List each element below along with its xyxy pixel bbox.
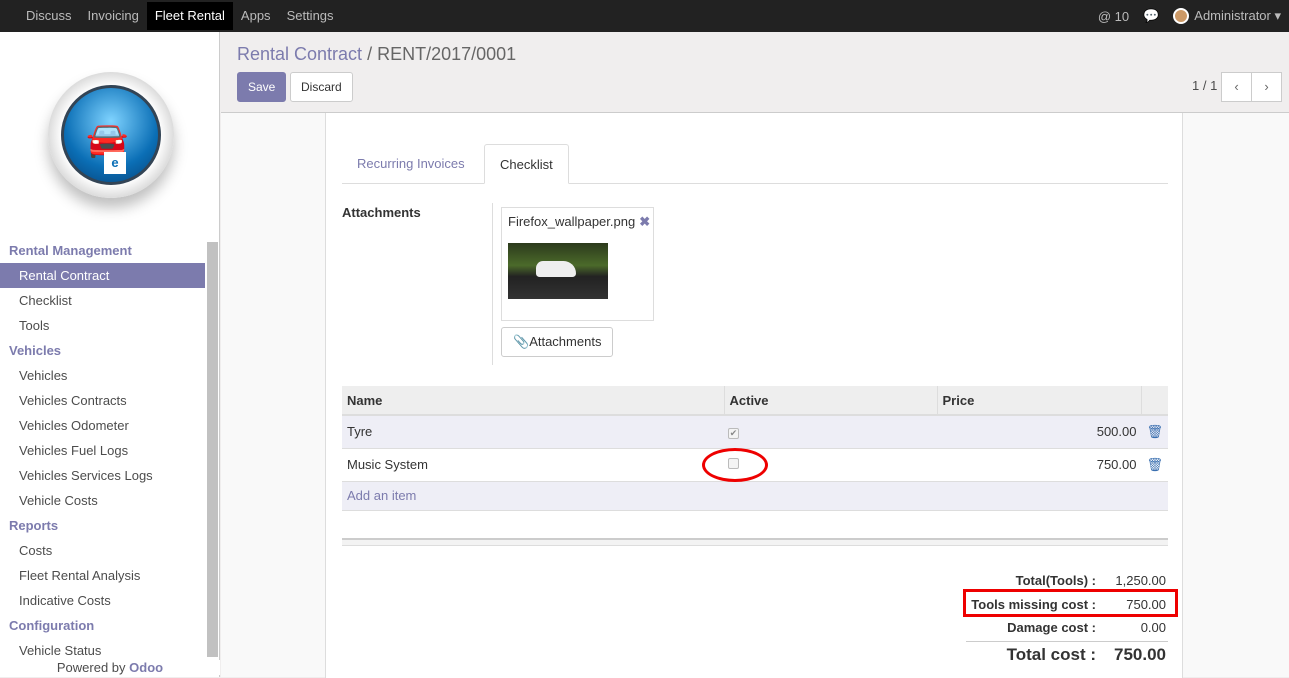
row-name[interactable]: Music System [342, 448, 724, 482]
separator [342, 538, 1168, 546]
row-price[interactable]: 500.00 [937, 415, 1142, 449]
save-button[interactable]: Save [237, 72, 287, 102]
sidebar-item-services-logs[interactable]: Vehicles Services Logs [0, 463, 205, 488]
tab-recurring-invoices[interactable]: Recurring Invoices [342, 144, 480, 184]
form-sheet: Recurring Invoices Checklist Attachments… [325, 113, 1183, 678]
form-area: Recurring Invoices Checklist Attachments… [221, 112, 1289, 678]
col-price[interactable]: Price [937, 386, 1142, 416]
total-tools: Total(Tools) : 1,250.00 [866, 573, 1166, 588]
sidebar-item-checklist[interactable]: Checklist [0, 288, 205, 313]
powered-by: Powered by Odoo [0, 660, 220, 675]
add-item-link[interactable]: Add an item [347, 488, 416, 503]
total-divider [966, 641, 1168, 642]
menu-apps[interactable]: Apps [233, 2, 279, 30]
breadcrumb: Rental Contract / RENT/2017/0001 [237, 44, 516, 65]
divider [492, 203, 493, 365]
col-name[interactable]: Name [342, 386, 725, 416]
row-price[interactable]: 750.00 [937, 448, 1142, 482]
powered-text: Powered by [56, 660, 130, 675]
table-row[interactable]: Tyre ✔ 500.00 🗑 [342, 415, 1168, 449]
pager-next-button[interactable]: › [1251, 72, 1282, 102]
breadcrumb-sep: / [362, 44, 378, 64]
col-active[interactable]: Active [724, 386, 938, 416]
sidebar-scrollbar[interactable] [207, 242, 218, 657]
pager-value: 1 / 1 [1192, 78, 1218, 93]
sidebar-item-tools[interactable]: Tools [0, 313, 205, 338]
total-cost-value: 750.00 [1114, 645, 1166, 664]
sidebar-item-rental-contract[interactable]: Rental Contract [0, 263, 205, 288]
menu-fleet-rental[interactable]: Fleet Rental [146, 2, 233, 30]
sidebar-item-fleet-rental-analysis[interactable]: Fleet Rental Analysis [0, 563, 205, 588]
top-navbar: Discuss Invoicing Fleet Rental Apps Sett… [0, 0, 1289, 32]
attachment-card: Firefox_wallpaper.png ✖ [501, 207, 654, 321]
sidebar-item-costs[interactable]: Costs [0, 538, 205, 563]
breadcrumb-current: RENT/2017/0001 [377, 44, 517, 64]
total-cost: Total cost : 750.00 [866, 645, 1166, 665]
sidebar-item-vehicles-contracts[interactable]: Vehicles Contracts [0, 388, 205, 413]
trash-icon[interactable]: 🗑 [1141, 415, 1168, 449]
sidebar-item-vehicle-costs[interactable]: Vehicle Costs [0, 488, 205, 513]
sidebar-item-vehicles[interactable]: Vehicles [0, 363, 205, 388]
attachments-label: Attachments [342, 205, 421, 220]
damage-label: Damage cost : [1007, 620, 1096, 635]
total-cost-label: Total cost : [1006, 645, 1096, 664]
highlight-ellipse [702, 448, 768, 482]
active-checkbox[interactable]: ✔ [728, 428, 739, 440]
sidebar-menu: Rental Management Rental Contract Checkl… [0, 238, 205, 663]
menu-discuss[interactable]: Discuss [18, 2, 80, 30]
remove-icon[interactable]: ✖ [639, 214, 650, 229]
row-name[interactable]: Tyre [342, 415, 724, 449]
sidebar-item-vehicles-odometer[interactable]: Vehicles Odometer [0, 413, 205, 438]
attachments-button-label: Attachments [529, 334, 602, 349]
attachment-filename[interactable]: Firefox_wallpaper.png [508, 214, 635, 229]
attachment-thumbnail[interactable] [508, 243, 608, 299]
sidebar: 🚘 e Rental Management Rental Contract Che… [0, 32, 220, 677]
odoo-link[interactable]: Odoo [129, 660, 163, 675]
paperclip-icon: 📎 [513, 334, 530, 349]
section-reports: Reports [9, 518, 59, 533]
notebook-tabs: Recurring Invoices Checklist [342, 144, 1168, 184]
damage-value: 0.00 [1140, 620, 1166, 635]
total-tools-value: 1,250.00 [1115, 573, 1166, 588]
tab-checklist[interactable]: Checklist [484, 144, 569, 184]
tools-missing-cost: Tools missing cost : 750.00 [866, 597, 1166, 612]
user-name: Administrator [1194, 7, 1271, 23]
discard-button[interactable]: Discard [290, 72, 353, 102]
damage-cost: Damage cost : 0.00 [866, 620, 1166, 635]
sidebar-item-fuel-logs[interactable]: Vehicles Fuel Logs [0, 438, 205, 463]
missing-label: Tools missing cost : [971, 597, 1096, 612]
avatar [1173, 8, 1190, 25]
add-attachments-button[interactable]: 📎Attachments [501, 327, 614, 357]
total-tools-label: Total(Tools) : [1015, 573, 1096, 588]
pager-prev-button[interactable]: ‹ [1221, 72, 1252, 102]
section-rental-management: Rental Management [9, 243, 132, 258]
mentions-counter[interactable]: @ 10 [1098, 9, 1129, 24]
breadcrumb-parent[interactable]: Rental Contract [237, 44, 362, 64]
checklist-table: Name Active Price Tyre ✔ 500.00 🗑 Music … [342, 386, 1168, 511]
sidebar-item-indicative-costs[interactable]: Indicative Costs [0, 588, 205, 613]
menu-settings[interactable]: Settings [279, 2, 342, 30]
section-vehicles: Vehicles [9, 343, 62, 358]
section-configuration: Configuration [9, 618, 95, 633]
trash-icon[interactable]: 🗑 [1141, 448, 1168, 482]
menu-invoicing[interactable]: Invoicing [80, 2, 147, 30]
missing-value: 750.00 [1126, 597, 1166, 612]
user-menu[interactable]: Administrator ▾ [1173, 8, 1281, 25]
chat-icon[interactable]: 💬 [1143, 8, 1159, 24]
app-logo: 🚘 e [48, 72, 174, 198]
